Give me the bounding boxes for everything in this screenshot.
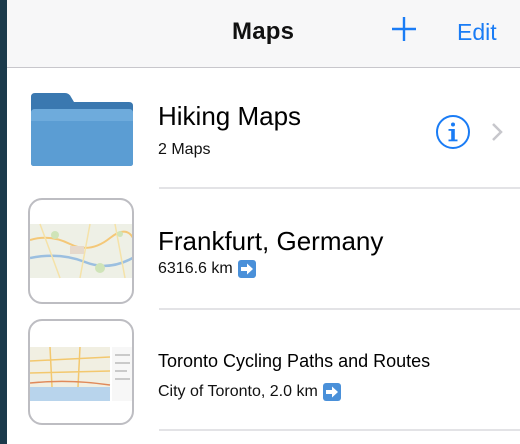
page-title: Maps — [232, 18, 295, 45]
plus-icon — [392, 17, 416, 41]
maps-screen: Maps Edit Hiking Maps 2 Maps Frankfurt, … — [7, 0, 520, 444]
map-source-distance: City of Toronto, 2.0 km — [158, 383, 318, 400]
list-item-toronto[interactable]: Toronto Cycling Paths and Routes City of… — [7, 311, 520, 433]
info-icon — [436, 115, 470, 149]
add-map-button[interactable] — [389, 14, 419, 44]
row-divider — [159, 187, 520, 189]
info-button[interactable] — [435, 114, 471, 150]
item-title: Toronto Cycling Paths and Routes — [158, 351, 431, 371]
map-thumbnail-image — [30, 346, 132, 401]
item-subtitle: City of Toronto, 2.0 km — [158, 383, 341, 401]
list-item-hiking-maps[interactable]: Hiking Maps 2 Maps — [7, 69, 520, 191]
chevron-right-icon — [492, 123, 503, 141]
map-thumbnail — [28, 198, 134, 304]
row-divider — [159, 308, 520, 310]
map-distance: 6316.6 km — [158, 260, 233, 277]
navigation-bar: Maps Edit — [7, 0, 520, 68]
edit-button[interactable]: Edit — [457, 19, 497, 46]
item-subtitle: 2 Maps — [158, 141, 210, 159]
map-thumbnail — [28, 319, 134, 425]
map-count: 2 Maps — [158, 141, 211, 158]
arrow-right-icon — [237, 260, 256, 278]
list-item-frankfurt[interactable]: Frankfurt, Germany 6316.6 km — [7, 190, 520, 312]
item-title: Frankfurt, Germany — [158, 226, 384, 256]
item-title: Hiking Maps — [158, 101, 302, 131]
row-divider — [159, 429, 520, 431]
item-subtitle: 6316.6 km — [158, 260, 256, 278]
arrow-right-icon — [322, 383, 341, 401]
folder-icon — [31, 93, 133, 166]
map-thumbnail-image — [30, 223, 132, 279]
